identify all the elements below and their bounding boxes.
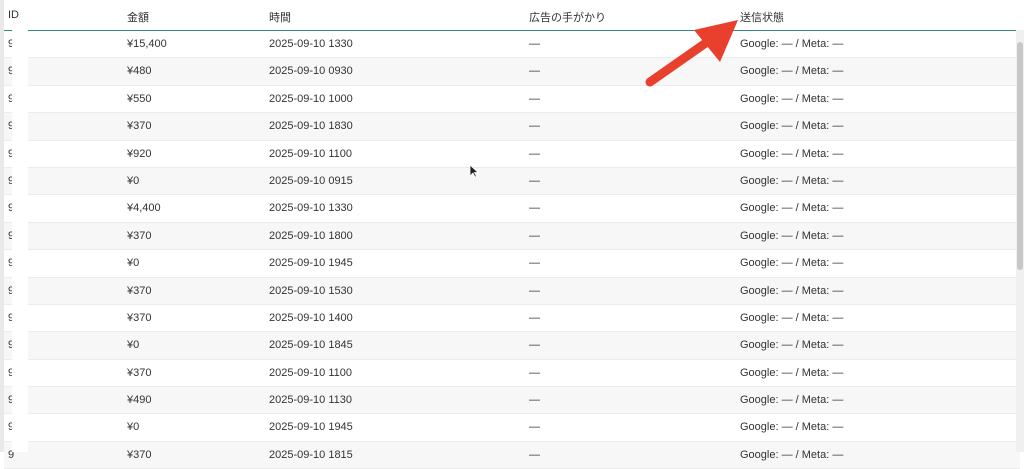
cell-send-status: Google: — / Meta: — <box>740 284 844 297</box>
header-ad-clue[interactable]: 広告の手がかり <box>529 9 606 25</box>
cell-ad-clue: — <box>529 257 540 270</box>
cell-ad-clue: — <box>529 147 540 160</box>
table-row[interactable]: 9¥02025-09-10 0915—Google: — / Meta: — <box>4 167 1020 196</box>
cell-amount: ¥480 <box>127 65 152 78</box>
cell-time: 2025-09-10 1330 <box>269 202 353 215</box>
cell-amount: ¥920 <box>127 147 152 160</box>
mouse-pointer-icon <box>469 164 479 178</box>
cell-time: 2025-09-10 1130 <box>269 394 352 407</box>
cell-amount: ¥550 <box>127 92 152 105</box>
cell-amount: ¥15,400 <box>127 38 167 50</box>
cell-send-status: Google: — / Meta: — <box>740 38 844 50</box>
cell-time: 2025-09-10 1000 <box>269 92 353 105</box>
table-row[interactable]: 9¥4,4002025-09-10 1330—Google: — / Meta:… <box>4 195 1020 223</box>
cell-send-status: Google: — / Meta: — <box>740 421 844 434</box>
cell-amount: ¥370 <box>127 229 152 242</box>
table-row[interactable]: 9¥9202025-09-10 1100—Google: — / Meta: — <box>4 141 1020 168</box>
cell-amount: ¥370 <box>127 366 152 379</box>
red-arrow-icon <box>645 20 738 87</box>
table-row[interactable]: 9¥3702025-09-10 1830—Google: — / Meta: — <box>4 113 1020 141</box>
header-id[interactable]: ID <box>8 9 19 21</box>
cell-ad-clue: — <box>529 174 540 187</box>
cell-time: 2025-09-10 1945 <box>269 257 353 270</box>
cell-time: 2025-09-10 1845 <box>269 339 353 352</box>
cell-ad-clue: — <box>529 366 540 379</box>
cell-amount: ¥370 <box>127 120 152 133</box>
table-row[interactable]: 9 ¥370 2025-09-10 1815— Google: — / Meta: — <box>4 441 1020 469</box>
table-row[interactable]: 9¥02025-09-10 1945—Google: — / Meta: — <box>4 250 1020 278</box>
cell-ad-clue: — <box>529 311 540 324</box>
cell-time: 2025-09-10 1330 <box>269 38 353 50</box>
cell-ad-clue: — <box>529 65 540 78</box>
cell-send-status: Google: — / Meta: — <box>740 92 844 105</box>
cell-time: 2025-09-10 1100 <box>269 147 352 160</box>
cell-send-status: Google: — / Meta: — <box>740 202 844 215</box>
cell-send-status: Google: — / Meta: — <box>740 394 844 407</box>
cell-ad-clue: — <box>529 448 540 461</box>
cell-ad-clue: — <box>529 339 540 352</box>
cell-amount: ¥370 <box>127 448 152 461</box>
cell-ad-clue: — <box>529 229 540 242</box>
cell-send-status: Google: — / Meta: — <box>740 257 844 270</box>
table-row[interactable]: 9¥5502025-09-10 1000—Google: — / Meta: — <box>4 86 1020 114</box>
cell-ad-clue: — <box>529 38 540 50</box>
cell-send-status: Google: — / Meta: — <box>740 339 844 352</box>
cell-send-status: Google: — / Meta: — <box>740 229 844 242</box>
cell-ad-clue: — <box>529 421 540 434</box>
cell-send-status: Google: — / Meta: — <box>740 366 844 379</box>
cell-time: 2025-09-10 1830 <box>269 120 353 133</box>
table-row[interactable]: 9¥4802025-09-10 0930—Google: — / Meta: — <box>4 58 1020 86</box>
cell-time: 2025-09-10 0915 <box>269 174 353 187</box>
scrollbar-thumb[interactable] <box>1017 42 1023 270</box>
cell-ad-clue: — <box>529 284 540 297</box>
cell-time: 2025-09-10 1400 <box>269 311 353 324</box>
cell-time: 2025-09-10 1800 <box>269 229 353 242</box>
cell-send-status: Google: — / Meta: — <box>740 311 844 324</box>
id-column-overflow <box>12 30 28 452</box>
cell-ad-clue: — <box>529 202 540 215</box>
cell-send-status: Google: — / Meta: — <box>740 174 844 187</box>
orders-table: ID 金額 時間 広告の手がかり 送信状態 9¥15,4002025-09-10… <box>4 0 1020 469</box>
cell-send-status: Google: — / Meta: — <box>740 448 844 461</box>
table-row[interactable]: 9¥3702025-09-10 1400—Google: — / Meta: — <box>4 305 1020 333</box>
cell-time: 2025-09-10 1815 <box>269 448 353 461</box>
table-header: ID 金額 時間 広告の手がかり 送信状態 <box>4 0 1020 31</box>
cell-amount: ¥0 <box>127 174 140 187</box>
header-amount[interactable]: 金額 <box>127 9 149 25</box>
cell-send-status: Google: — / Meta: — <box>740 120 844 133</box>
cell-amount: ¥4,400 <box>127 202 161 215</box>
table-row[interactable]: 9¥02025-09-10 1845—Google: — / Meta: — <box>4 332 1020 360</box>
cell-amount: ¥370 <box>127 284 152 297</box>
cell-send-status: Google: — / Meta: — <box>740 65 844 78</box>
cell-amount: ¥0 <box>127 421 140 434</box>
cell-time: 2025-09-10 1530 <box>269 284 353 297</box>
cell-ad-clue: — <box>529 120 540 133</box>
cell-time: 2025-09-10 0930 <box>269 65 353 78</box>
cell-ad-clue: — <box>529 394 540 407</box>
cell-time: 2025-09-10 1945 <box>269 421 353 434</box>
table-row[interactable]: 9¥3702025-09-10 1530—Google: — / Meta: — <box>4 277 1020 305</box>
table-row[interactable]: 9¥15,4002025-09-10 1330—Google: — / Meta… <box>4 31 1020 59</box>
table-row[interactable]: 9¥02025-09-10 1945—Google: — / Meta: — <box>4 414 1020 442</box>
cell-time: 2025-09-10 1100 <box>269 366 352 379</box>
cell-amount: ¥0 <box>127 257 140 270</box>
table-body: 9¥15,4002025-09-10 1330—Google: — / Meta… <box>4 31 1020 469</box>
cell-ad-clue: — <box>529 92 540 105</box>
cell-amount: ¥0 <box>127 339 140 352</box>
cell-amount: ¥490 <box>127 394 152 407</box>
header-time[interactable]: 時間 <box>269 9 291 25</box>
cell-send-status: Google: — / Meta: — <box>740 147 844 160</box>
cell-amount: ¥370 <box>127 311 152 324</box>
table-row[interactable]: 9¥3702025-09-10 1100—Google: — / Meta: — <box>4 360 1020 388</box>
table-row[interactable]: 9¥3702025-09-10 1800—Google: — / Meta: — <box>4 222 1020 251</box>
table-row[interactable]: 9¥4902025-09-10 1130—Google: — / Meta: — <box>4 387 1020 415</box>
